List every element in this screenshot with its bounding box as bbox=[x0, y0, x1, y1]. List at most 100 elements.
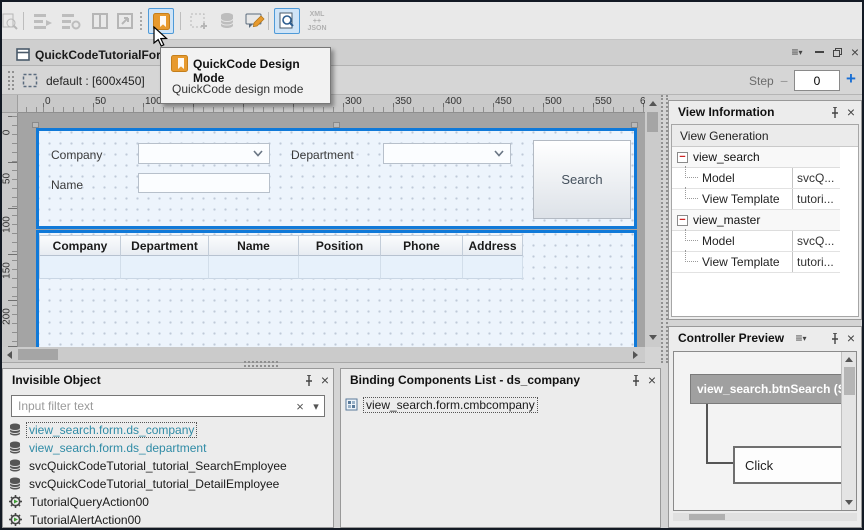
tab-title: QuickCodeTutorialForm bbox=[35, 48, 171, 62]
scroll-left-icon[interactable] bbox=[7, 351, 12, 359]
close-panel-button[interactable]: × bbox=[843, 104, 859, 120]
edit-script-icon[interactable] bbox=[242, 8, 268, 34]
controller-node[interactable]: view_search.btnSearch (Se bbox=[690, 374, 842, 404]
tree-row-model[interactable]: Model svcQ... bbox=[672, 168, 840, 189]
pin-button[interactable] bbox=[827, 104, 843, 120]
tree-row-view-template[interactable]: View Template tutori... bbox=[672, 252, 840, 273]
xml-json-icon[interactable]: XML ++ JSON bbox=[304, 8, 330, 34]
canvas-hscrollbar[interactable] bbox=[2, 347, 645, 363]
selection-frame-icon[interactable] bbox=[22, 73, 38, 88]
add-frame-icon[interactable] bbox=[186, 8, 212, 34]
selection-handle[interactable] bbox=[333, 122, 340, 128]
hscroll-thumb[interactable] bbox=[689, 514, 725, 520]
name-edit[interactable] bbox=[138, 173, 270, 193]
grid-header-cell[interactable]: Address bbox=[463, 235, 523, 256]
quickcode-tooltip: QuickCode Design Mode QuickCode design m… bbox=[160, 47, 331, 104]
bottom-panel-splitter[interactable] bbox=[244, 361, 278, 367]
tree-row-value[interactable]: svcQ... bbox=[792, 231, 840, 251]
object-item[interactable]: svcQuickCodeTutorial_tutorial_DetailEmpl… bbox=[9, 475, 282, 492]
close-panel-button[interactable]: × bbox=[644, 372, 660, 388]
vscroll-thumb[interactable] bbox=[647, 112, 658, 132]
grid-header-cell[interactable]: Position bbox=[299, 235, 381, 256]
diagram-hscrollbar[interactable] bbox=[673, 513, 857, 521]
scroll-up-icon[interactable] bbox=[845, 357, 853, 362]
object-item[interactable]: view_search.form.ds_department bbox=[9, 439, 209, 456]
tree-row-view-template[interactable]: View Template tutori... bbox=[672, 189, 840, 210]
search-button[interactable]: Search bbox=[533, 140, 631, 219]
selection-handle[interactable] bbox=[32, 122, 39, 128]
tree-row-model[interactable]: Model svcQ... bbox=[672, 231, 840, 252]
filter-dropdown-icon[interactable]: ▾ bbox=[308, 400, 324, 413]
pin-button[interactable] bbox=[827, 330, 843, 346]
invisible-object-header: Invisible Object × bbox=[3, 369, 333, 391]
panel-title: Binding Components List - ds_company bbox=[350, 373, 580, 387]
grid-header-cell[interactable]: Company bbox=[39, 235, 121, 256]
canvas-vscrollbar[interactable] bbox=[645, 95, 661, 347]
filter-clear-icon[interactable]: × bbox=[292, 399, 308, 414]
step-increment-button[interactable]: + bbox=[846, 69, 856, 89]
menu-icon: ≡ bbox=[791, 45, 798, 59]
close-panel-button[interactable]: × bbox=[843, 330, 859, 346]
panel-menu-button[interactable]: ≡▾ bbox=[793, 330, 809, 346]
scroll-down-icon[interactable] bbox=[845, 500, 853, 505]
view-generation-category[interactable]: View Generation bbox=[672, 125, 858, 147]
step-input[interactable] bbox=[794, 70, 840, 91]
collapse-icon[interactable]: − bbox=[677, 152, 688, 163]
chevron-down-icon bbox=[494, 150, 504, 157]
pin-button[interactable] bbox=[628, 372, 644, 388]
grid-header-cell[interactable]: Phone bbox=[381, 235, 463, 256]
grid-header-cell[interactable]: Name bbox=[209, 235, 299, 256]
caret-down-icon: ▾ bbox=[803, 334, 807, 343]
close-button[interactable]: × bbox=[846, 44, 864, 60]
design-canvas[interactable]: Company Department Name Search Company D… bbox=[18, 113, 645, 347]
object-item[interactable]: view_search.form.ds_company bbox=[9, 421, 197, 438]
vscroll-thumb[interactable] bbox=[844, 367, 855, 395]
controller-preview-panel: Controller Preview ≡▾ × view_search.btnS… bbox=[668, 326, 862, 528]
step-decrement-button[interactable]: − bbox=[780, 73, 788, 89]
view-book-icon[interactable] bbox=[87, 8, 113, 34]
component-icon bbox=[345, 398, 358, 411]
generate-list-icon[interactable] bbox=[30, 8, 56, 34]
ruler-corner bbox=[2, 95, 18, 113]
right-panel-splitter[interactable] bbox=[661, 95, 668, 363]
event-node-click[interactable]: Click bbox=[733, 446, 855, 484]
view-generation-tree: View Generation − view_search Model svcQ… bbox=[671, 124, 859, 317]
grid-header-cell[interactable]: Department bbox=[121, 235, 209, 256]
view-master-region[interactable]: Company Department Name Position Phone A… bbox=[36, 230, 637, 347]
object-item[interactable]: TutorialQueryAction00 bbox=[9, 493, 152, 510]
search-document-icon[interactable] bbox=[0, 8, 22, 34]
scroll-up-icon[interactable] bbox=[649, 101, 657, 106]
object-item[interactable]: TutorialAlertAction00 bbox=[9, 511, 144, 528]
tab-menu-button[interactable]: ≡▾ bbox=[788, 44, 806, 60]
minimize-button[interactable] bbox=[810, 44, 828, 60]
scroll-down-icon[interactable] bbox=[649, 335, 657, 340]
scroll-right-icon[interactable] bbox=[633, 351, 638, 359]
tree-group-view-master[interactable]: − view_master bbox=[672, 210, 840, 231]
preview-zoom-button[interactable] bbox=[274, 8, 300, 34]
restore-button[interactable] bbox=[828, 44, 846, 60]
object-item[interactable]: svcQuickCodeTutorial_tutorial_SearchEmpl… bbox=[9, 457, 290, 474]
selection-handle[interactable] bbox=[631, 122, 638, 128]
form-icon bbox=[16, 48, 30, 61]
database-icon[interactable] bbox=[214, 8, 240, 34]
list-settings-icon[interactable] bbox=[58, 8, 84, 34]
filter-input[interactable] bbox=[12, 399, 292, 413]
tree-row-value[interactable]: tutori... bbox=[792, 252, 840, 272]
panel-export-icon[interactable] bbox=[112, 8, 138, 34]
tree-row-value[interactable]: svcQ... bbox=[792, 168, 840, 188]
diagram-vscrollbar[interactable] bbox=[841, 352, 856, 510]
binding-item[interactable]: view_search.form.cmbcompany bbox=[345, 396, 538, 413]
pin-button[interactable] bbox=[301, 372, 317, 388]
close-panel-button[interactable]: × bbox=[317, 372, 333, 388]
tree-group-view-search[interactable]: − view_search bbox=[672, 147, 840, 168]
form-size-label[interactable]: default : [600x450] bbox=[46, 74, 145, 88]
toolbar-grip[interactable] bbox=[8, 71, 14, 90]
result-grid[interactable]: Company Department Name Position Phone A… bbox=[39, 235, 523, 279]
view-search-region[interactable]: Company Department Name Search bbox=[36, 128, 637, 229]
tree-row-value[interactable]: tutori... bbox=[792, 189, 840, 209]
tree-branch-line bbox=[685, 166, 698, 178]
collapse-icon[interactable]: − bbox=[677, 215, 688, 226]
company-combo[interactable] bbox=[138, 143, 270, 164]
department-combo[interactable] bbox=[383, 143, 511, 164]
hscroll-thumb[interactable] bbox=[18, 349, 58, 360]
